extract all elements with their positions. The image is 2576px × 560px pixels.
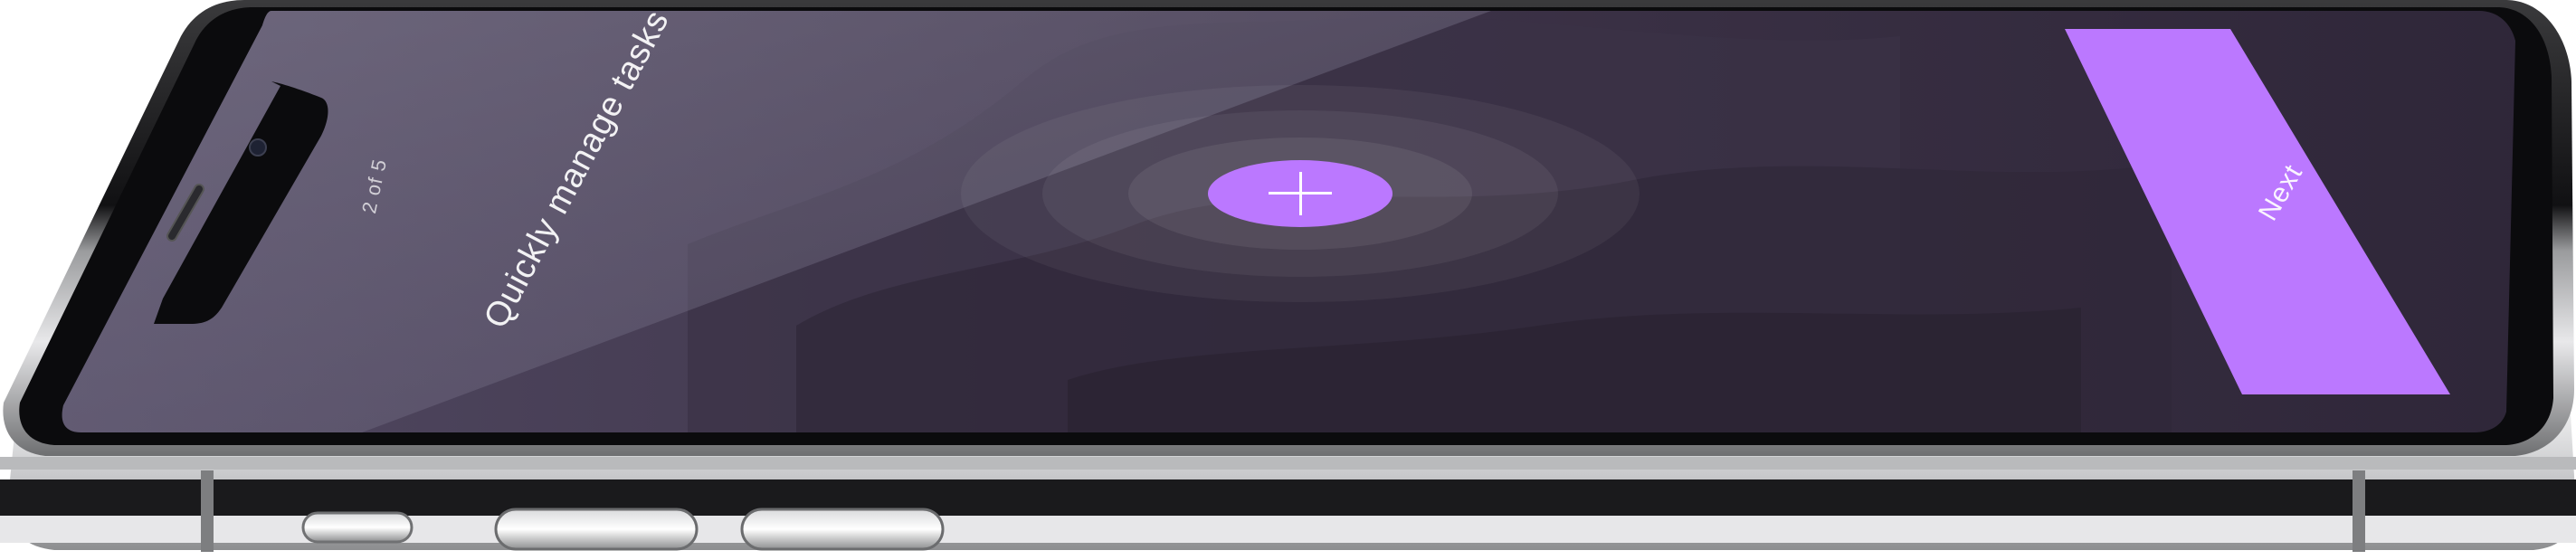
add-task-button[interactable] bbox=[1206, 161, 1392, 228]
volume-up-button bbox=[494, 508, 699, 551]
next-button[interactable] bbox=[2067, 29, 2448, 394]
device-mockup: 2 of 5 Quickly manage tasks Next bbox=[0, 0, 2576, 560]
volume-down-button bbox=[740, 508, 945, 551]
front-camera-icon bbox=[249, 138, 267, 157]
mute-switch bbox=[301, 511, 413, 544]
